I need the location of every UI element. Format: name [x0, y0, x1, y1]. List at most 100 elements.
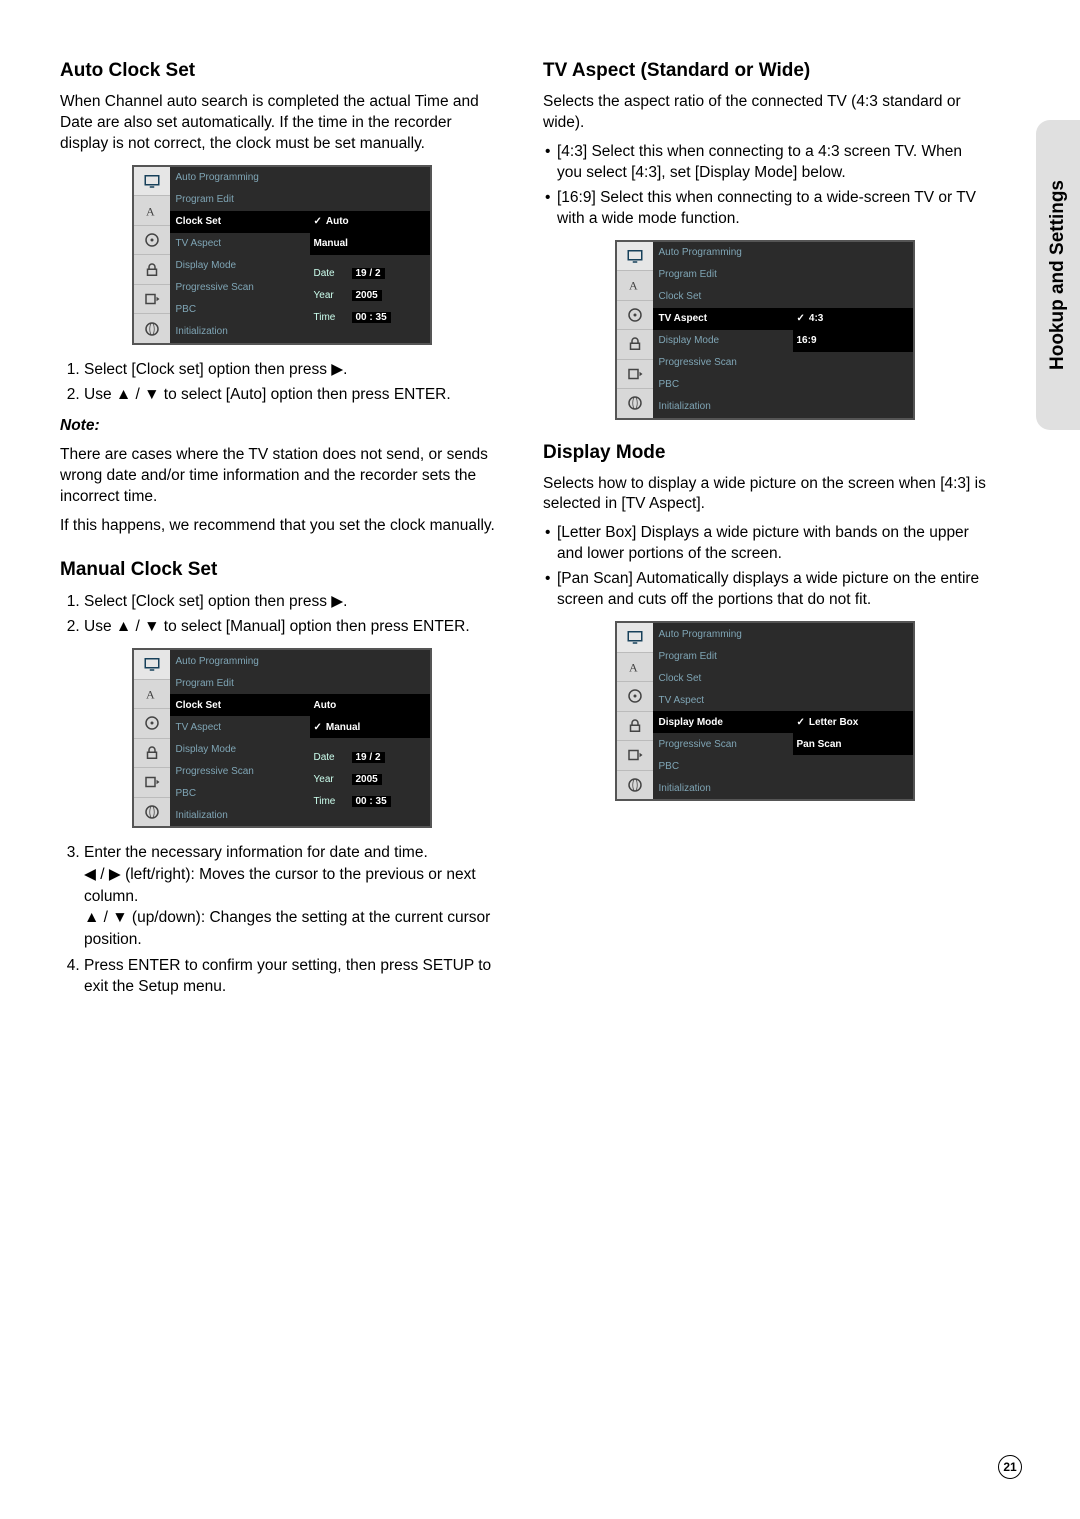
disc-icon [617, 301, 653, 331]
network-icon [134, 798, 170, 827]
manual-clock-steps-12: Select [Clock set] option then press ▶. … [60, 591, 503, 638]
osd-item: Auto Programming [653, 623, 793, 645]
osd-item: Initialization [170, 321, 310, 343]
osd-menu-list: Auto Programming Program Edit Clock Set … [653, 623, 793, 799]
osd-item-selected: Clock Set [170, 211, 310, 233]
osd-display-mode: A Auto Programming Program Edit Clock Se… [615, 621, 915, 801]
osd-tab-strip: A [134, 650, 170, 826]
disc-icon [134, 226, 170, 256]
list-item: Press ENTER to confirm your setting, the… [84, 955, 503, 998]
osd-item-selected: Clock Set [170, 694, 310, 716]
osd-item: Program Edit [653, 645, 793, 667]
section-tab: Hookup and Settings [1036, 120, 1080, 430]
tv-icon [134, 167, 170, 197]
osd-menu-list: Auto Programming Program Edit Clock Set … [170, 650, 310, 826]
osd-item: PBC [170, 299, 310, 321]
network-icon [134, 314, 170, 343]
tv-icon [134, 650, 170, 680]
lock-icon [617, 712, 653, 742]
left-column: Auto Clock Set When Channel auto search … [60, 60, 503, 1008]
osd-item: TV Aspect [170, 233, 310, 255]
osd-item: Clock Set [653, 667, 793, 689]
right-column: TV Aspect (Standard or Wide) Selects the… [543, 60, 1020, 1008]
osd-menu-list: Auto Programming Program Edit Clock Set … [653, 242, 793, 418]
heading-auto-clock-set: Auto Clock Set [60, 60, 503, 82]
rec-icon [617, 360, 653, 390]
rec-icon [617, 741, 653, 771]
list-item: [Letter Box] Displays a wide picture wit… [543, 523, 986, 565]
osd-options: Letter Box Pan Scan [793, 623, 913, 799]
osd-item: PBC [170, 782, 310, 804]
osd-item: Clock Set [653, 286, 793, 308]
text-icon: A [617, 653, 653, 683]
page-number: 21 [1003, 1460, 1016, 1474]
osd-options: Auto Manual Date19 / 2 Year2005 Time00 :… [310, 650, 430, 826]
lock-icon [617, 330, 653, 360]
text-icon: A [617, 271, 653, 301]
disc-icon [134, 709, 170, 739]
list-item: Select [Clock set] option then press ▶. [84, 591, 503, 613]
osd-time-row: Time00 : 35 [310, 307, 430, 329]
list-item: [4:3] Select this when connecting to a 4… [543, 142, 986, 184]
list-item: [16:9] Select this when connecting to a … [543, 188, 986, 230]
osd-item: PBC [653, 755, 793, 777]
svg-text:A: A [629, 660, 638, 674]
page-number-badge: 21 [998, 1455, 1022, 1479]
tv-aspect-bullets: [4:3] Select this when connecting to a 4… [543, 142, 986, 230]
osd-item: TV Aspect [170, 716, 310, 738]
list-item: Enter the necessary information for date… [84, 842, 503, 950]
paragraph-auto-intro: When Channel auto search is completed th… [60, 92, 503, 155]
text-icon: A [134, 196, 170, 226]
rec-icon [134, 285, 170, 315]
osd-item: Initialization [170, 804, 310, 826]
network-icon [617, 771, 653, 800]
manual-clock-steps-34: Enter the necessary information for date… [60, 842, 503, 998]
osd-option-manual: Manual [310, 716, 430, 738]
network-icon [617, 389, 653, 418]
section-tab-label: Hookup and Settings [1047, 180, 1069, 370]
osd-option-169: 16:9 [793, 330, 913, 352]
osd-item: Display Mode [653, 330, 793, 352]
osd-item: Progressive Scan [653, 733, 793, 755]
osd-item: Auto Programming [170, 167, 310, 189]
osd-item: Program Edit [170, 189, 310, 211]
osd-menu-list: Auto Programming Program Edit Clock Set … [170, 167, 310, 343]
osd-item: Program Edit [170, 672, 310, 694]
tv-icon [617, 623, 653, 653]
osd-date-row: Date19 / 2 [310, 263, 430, 285]
osd-item-selected: TV Aspect [653, 308, 793, 330]
osd-tv-aspect: A Auto Programming Program Edit Clock Se… [615, 240, 915, 420]
display-mode-bullets: [Letter Box] Displays a wide picture wit… [543, 523, 986, 611]
osd-item: Program Edit [653, 264, 793, 286]
osd-item: Display Mode [170, 255, 310, 277]
note-label: Note: [60, 416, 503, 437]
list-item: Use ▲ / ▼ to select [Auto] option then p… [84, 384, 503, 406]
osd-item-selected: Display Mode [653, 711, 793, 733]
osd-option-letterbox: Letter Box [793, 711, 913, 733]
osd-year-row: Year2005 [310, 285, 430, 307]
note-paragraph-1: There are cases where the TV station doe… [60, 445, 503, 508]
osd-item: Progressive Scan [170, 277, 310, 299]
svg-text:A: A [629, 279, 638, 293]
lock-icon [134, 255, 170, 285]
osd-tab-strip: A [617, 242, 653, 418]
svg-text:A: A [146, 204, 155, 218]
rec-icon [134, 768, 170, 798]
list-item: [Pan Scan] Automatically displays a wide… [543, 569, 986, 611]
tv-icon [617, 242, 653, 272]
osd-item: TV Aspect [653, 689, 793, 711]
osd-tab-strip: A [617, 623, 653, 799]
list-item: Use ▲ / ▼ to select [Manual] option then… [84, 616, 503, 638]
osd-item: Auto Programming [653, 242, 793, 264]
svg-text:A: A [146, 687, 155, 701]
osd-item: Initialization [653, 396, 793, 418]
osd-clock-set-auto: A Auto Programming Program Edit Clock Se… [132, 165, 432, 345]
list-item: Select [Clock set] option then press ▶. [84, 359, 503, 381]
paragraph-display-mode: Selects how to display a wide picture on… [543, 474, 986, 516]
osd-option-panscan: Pan Scan [793, 733, 913, 755]
osd-option-43: 4:3 [793, 308, 913, 330]
osd-item: PBC [653, 374, 793, 396]
osd-option-auto: Auto [310, 694, 430, 716]
osd-time-row: Time00 : 35 [310, 790, 430, 812]
heading-display-mode: Display Mode [543, 442, 986, 464]
